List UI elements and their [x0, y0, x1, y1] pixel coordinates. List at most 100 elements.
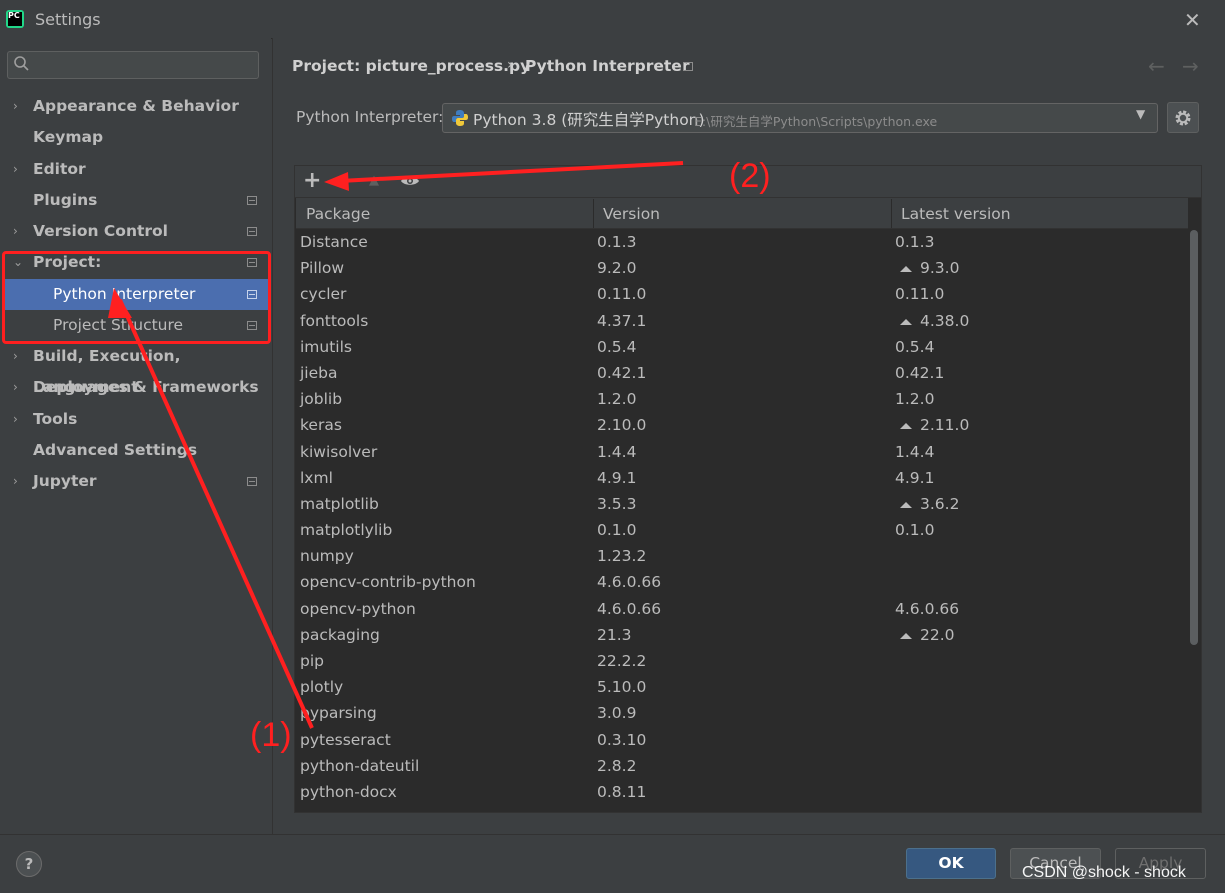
table-row[interactable]: joblib 1.2.0 1.2.0 [296, 386, 1188, 412]
search-input[interactable] [7, 51, 259, 79]
package-version: 3.0.9 [597, 704, 637, 723]
packages-table-body: Distance 0.1.3 0.1.3 Pillow 9.2.0 9.3.0 cycler… [296, 229, 1188, 805]
chevron-right-icon: › [13, 380, 18, 394]
package-version: 0.42.1 [597, 363, 647, 382]
package-version: 0.5.4 [597, 337, 637, 356]
package-version: 5.10.0 [597, 678, 647, 697]
sidebar-item-appearance[interactable]: › Appearance & Behavior [0, 91, 271, 122]
package-name: kiwisolver [300, 442, 378, 461]
package-name: opencv-python [300, 599, 416, 618]
sidebar-item-advanced[interactable]: Advanced Settings [0, 435, 271, 466]
breadcrumb-project[interactable]: Project: picture_process.py [292, 57, 530, 75]
table-row[interactable]: fonttools 4.37.1 4.38.0 [296, 308, 1188, 334]
ok-button[interactable]: OK [906, 848, 996, 879]
sidebar-item-plugins[interactable]: Plugins [0, 185, 271, 216]
add-package-icon[interactable]: + [303, 168, 321, 193]
table-row[interactable]: Pillow 9.2.0 9.3.0 [296, 255, 1188, 281]
package-name: matplotlylib [300, 521, 393, 540]
table-row[interactable]: plotly 5.10.0 [296, 674, 1188, 700]
title-bar [0, 0, 1225, 39]
forward-arrow-icon[interactable]: → [1182, 54, 1199, 78]
package-latest-version: 22.0 [920, 625, 955, 644]
package-latest-version: 4.6.0.66 [895, 599, 960, 618]
package-name: fonttools [300, 311, 369, 330]
package-version: 0.8.11 [597, 782, 647, 801]
table-row[interactable]: packaging 21.3 22.0 [296, 622, 1188, 648]
sidebar-item-keymap[interactable]: Keymap [0, 122, 271, 153]
column-divider[interactable] [593, 199, 594, 228]
interpreter-path: E:\研究生自学Python\Scripts\python.exe [694, 114, 938, 129]
package-name: jieba [300, 363, 338, 382]
sidebar-item-label: Appearance & Behavior [33, 97, 239, 115]
table-row[interactable]: pyparsing 3.0.9 [296, 700, 1188, 726]
sidebar-item-label: Languages & Frameworks [33, 378, 259, 396]
table-row[interactable]: python-docx 0.8.11 [296, 779, 1188, 805]
chevron-right-icon: › [13, 162, 18, 176]
scrollbar-thumb[interactable] [1190, 230, 1198, 645]
package-name: pip [300, 652, 324, 670]
annotation-label-1: (1) [250, 716, 292, 754]
package-version: 2.8.2 [597, 756, 637, 775]
package-version: 4.37.1 [597, 311, 647, 330]
table-row[interactable]: pytesseract 0.3.10 [296, 727, 1188, 753]
package-name: joblib [300, 390, 343, 409]
upgrade-available-icon [900, 318, 912, 325]
table-row[interactable]: opencv-python 4.6.0.66 4.6.0.66 [296, 596, 1188, 622]
table-row[interactable]: python-dateutil 2.8.2 [296, 753, 1188, 779]
table-row[interactable]: Distance 0.1.3 0.1.3 [296, 229, 1188, 255]
package-name: pyparsing [300, 704, 377, 723]
column-header-package[interactable]: Package [306, 205, 370, 223]
sidebar-item-jupyter[interactable]: › Jupyter [0, 466, 271, 497]
page-settings-icon [247, 227, 257, 236]
table-row[interactable]: pip 22.2.2 [296, 648, 1188, 674]
annotation-label-2: (2) [729, 157, 771, 195]
table-row[interactable]: matplotlib 3.5.3 3.6.2 [296, 491, 1188, 517]
sidebar-item-build[interactable]: › Build, Execution, Deployment [0, 341, 271, 396]
table-row[interactable]: keras 2.10.0 2.11.0 [296, 412, 1188, 438]
package-version: 21.3 [597, 625, 632, 644]
annotation-highlight-box [2, 251, 271, 344]
package-version: 0.11.0 [597, 285, 647, 304]
close-icon[interactable]: ✕ [1184, 8, 1201, 32]
package-name: plotly [300, 678, 344, 697]
back-arrow-icon[interactable]: ← [1148, 54, 1165, 78]
python-logo-icon [452, 110, 468, 126]
chevron-right-icon: › [13, 474, 18, 488]
table-row[interactable]: opencv-contrib-python 4.6.0.66 [296, 569, 1188, 595]
chevron-down-icon[interactable]: ▼ [1136, 107, 1145, 121]
package-latest-version: 0.42.1 [895, 363, 945, 382]
table-row[interactable]: cycler 0.11.0 0.11.0 [296, 281, 1188, 307]
column-header-latest[interactable]: Latest version [901, 205, 1011, 223]
table-row[interactable]: matplotlylib 0.1.0 0.1.0 [296, 517, 1188, 543]
package-version: 4.6.0.66 [597, 573, 662, 592]
help-button[interactable]: ? [16, 851, 42, 877]
package-latest-version: 1.4.4 [895, 442, 935, 461]
table-row[interactable]: lxml 4.9.1 4.9.1 [296, 465, 1188, 491]
eye-icon[interactable] [400, 173, 420, 189]
upgrade-available-icon [900, 632, 912, 639]
package-version: 0.3.10 [597, 730, 647, 749]
package-name: imutils [300, 337, 352, 356]
table-row[interactable]: kiwisolver 1.4.4 1.4.4 [296, 439, 1188, 465]
pycharm-logo-icon: PC [6, 10, 24, 28]
column-header-version[interactable]: Version [603, 205, 660, 223]
package-name: cycler [300, 285, 347, 304]
package-latest-version: 2.11.0 [920, 416, 970, 435]
column-divider[interactable] [891, 199, 892, 228]
sidebar-item-languages[interactable]: › Languages & Frameworks [0, 372, 271, 403]
table-row[interactable]: numpy 1.23.2 [296, 543, 1188, 569]
package-version: 22.2.2 [597, 652, 647, 670]
table-row[interactable]: imutils 0.5.4 0.5.4 [296, 334, 1188, 360]
package-latest-version: 1.2.0 [895, 390, 935, 409]
upgrade-package-icon[interactable]: ▲ [369, 173, 379, 188]
package-name: opencv-contrib-python [300, 573, 476, 592]
sidebar-item-editor[interactable]: › Editor [0, 154, 271, 185]
package-version: 2.10.0 [597, 416, 647, 435]
chevron-right-icon: › [13, 412, 18, 426]
package-latest-version: 9.3.0 [920, 259, 960, 278]
table-row[interactable]: jieba 0.42.1 0.42.1 [296, 360, 1188, 386]
sidebar-item-version-control[interactable]: › Version Control [0, 216, 271, 247]
sidebar-item-tools[interactable]: › Tools [0, 404, 271, 435]
package-version: 1.2.0 [597, 390, 637, 409]
window-title: Settings [35, 10, 101, 29]
